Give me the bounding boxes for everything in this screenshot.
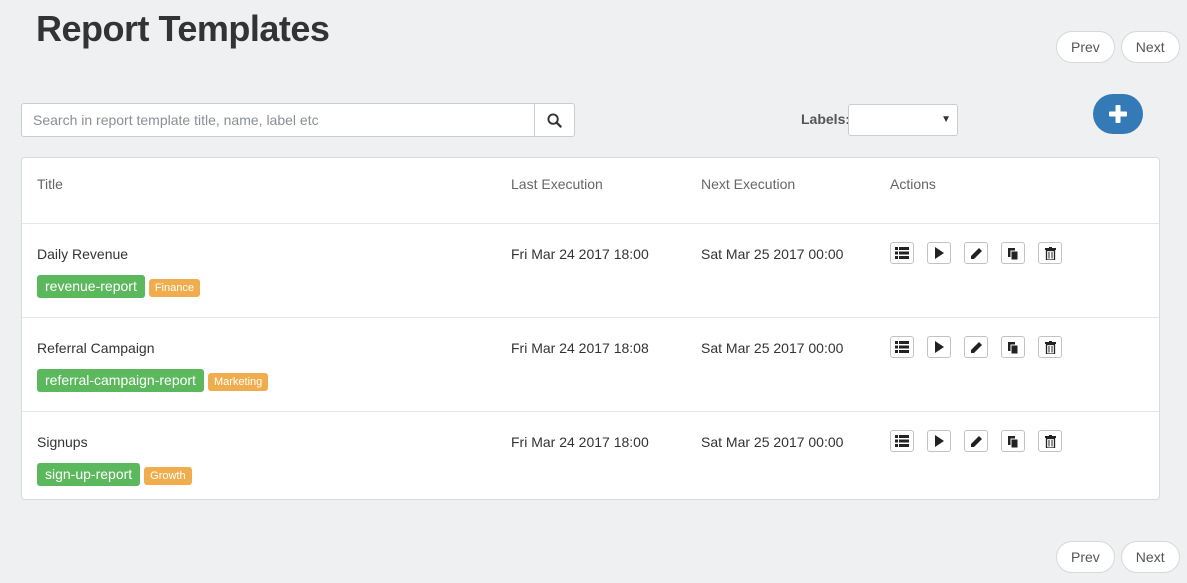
play-icon xyxy=(935,341,944,353)
row-last-execution: Fri Mar 24 2017 18:00 xyxy=(511,434,649,450)
run-button[interactable] xyxy=(927,430,951,452)
page-title: Report Templates xyxy=(36,8,330,49)
labels-filter-label: Labels: xyxy=(801,111,851,127)
label-tag[interactable]: Marketing xyxy=(207,372,269,391)
pencil-icon xyxy=(970,341,982,353)
delete-button[interactable] xyxy=(1038,242,1062,264)
column-header-last-execution: Last Execution xyxy=(511,176,603,192)
pencil-icon xyxy=(970,247,982,259)
labels-select[interactable]: ▼ xyxy=(848,104,958,136)
search-input[interactable] xyxy=(21,103,534,137)
search-button[interactable] xyxy=(534,103,575,137)
pager-bottom: Prev Next xyxy=(1056,541,1180,573)
next-button[interactable]: Next xyxy=(1120,541,1180,573)
row-actions xyxy=(890,430,1062,452)
report-name-tag[interactable]: referral-campaign-report xyxy=(37,369,204,392)
table-header: Title Last Execution Next Execution Acti… xyxy=(22,158,1159,224)
next-button[interactable]: Next xyxy=(1120,31,1180,63)
row-tags: referral-campaign-report Marketing xyxy=(37,369,269,392)
play-icon xyxy=(935,435,944,447)
copy-button[interactable] xyxy=(1001,242,1025,264)
pager-top: Prev Next xyxy=(1056,31,1180,63)
row-next-execution: Sat Mar 25 2017 00:00 xyxy=(701,340,844,356)
row-last-execution: Fri Mar 24 2017 18:00 xyxy=(511,246,649,262)
copy-icon xyxy=(1008,435,1019,448)
view-executions-button[interactable] xyxy=(890,242,914,264)
list-icon xyxy=(895,247,909,259)
column-header-actions: Actions xyxy=(890,176,936,192)
templates-table: Title Last Execution Next Execution Acti… xyxy=(21,157,1160,500)
view-executions-button[interactable] xyxy=(890,430,914,452)
search-icon xyxy=(547,112,562,128)
list-icon xyxy=(895,341,909,353)
copy-button[interactable] xyxy=(1001,430,1025,452)
row-title: Referral Campaign xyxy=(37,340,155,356)
row-actions xyxy=(890,336,1062,358)
delete-button[interactable] xyxy=(1038,336,1062,358)
pencil-icon xyxy=(970,435,982,447)
play-icon xyxy=(935,247,944,259)
row-tags: sign-up-report Growth xyxy=(37,463,192,486)
row-title: Signups xyxy=(37,434,88,450)
report-name-tag[interactable]: revenue-report xyxy=(37,275,145,298)
edit-button[interactable] xyxy=(964,336,988,358)
copy-icon xyxy=(1008,247,1019,260)
label-tag[interactable]: Growth xyxy=(144,466,192,485)
view-executions-button[interactable] xyxy=(890,336,914,358)
table-row: Daily Revenue Fri Mar 24 2017 18:00 Sat … xyxy=(22,224,1159,318)
run-button[interactable] xyxy=(927,336,951,358)
copy-button[interactable] xyxy=(1001,336,1025,358)
edit-button[interactable] xyxy=(964,430,988,452)
column-header-next-execution: Next Execution xyxy=(701,176,796,192)
trash-icon xyxy=(1044,340,1056,354)
row-tags: revenue-report Finance xyxy=(37,275,200,298)
row-next-execution: Sat Mar 25 2017 00:00 xyxy=(701,246,844,262)
row-actions xyxy=(890,242,1062,264)
search-bar xyxy=(21,103,575,137)
trash-icon xyxy=(1044,434,1056,448)
copy-icon xyxy=(1008,341,1019,354)
row-last-execution: Fri Mar 24 2017 18:08 xyxy=(511,340,649,356)
run-button[interactable] xyxy=(927,242,951,264)
trash-icon xyxy=(1044,246,1056,260)
label-tag[interactable]: Finance xyxy=(148,278,200,297)
report-name-tag[interactable]: sign-up-report xyxy=(37,463,141,486)
prev-button[interactable]: Prev xyxy=(1056,31,1115,63)
table-row: Referral Campaign Fri Mar 24 2017 18:08 … xyxy=(22,318,1159,412)
column-header-title: Title xyxy=(37,176,63,192)
list-icon xyxy=(895,435,909,447)
prev-button[interactable]: Prev xyxy=(1056,541,1115,573)
row-next-execution: Sat Mar 25 2017 00:00 xyxy=(701,434,844,450)
table-row: Signups Fri Mar 24 2017 18:00 Sat Mar 25… xyxy=(22,412,1159,506)
add-template-button[interactable] xyxy=(1093,94,1143,134)
row-title: Daily Revenue xyxy=(37,246,129,262)
plus-icon xyxy=(1109,105,1127,123)
delete-button[interactable] xyxy=(1038,430,1062,452)
edit-button[interactable] xyxy=(964,242,988,264)
caret-down-icon: ▼ xyxy=(941,114,951,125)
